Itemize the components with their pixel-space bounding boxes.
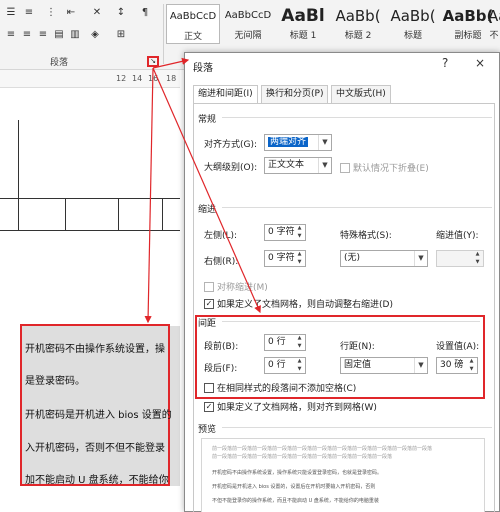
arrow-to-text bbox=[144, 67, 154, 324]
arrow-to-spacing bbox=[152, 67, 261, 314]
annotation-arrows bbox=[144, 57, 261, 324]
arrow-to-dialog bbox=[152, 57, 190, 69]
